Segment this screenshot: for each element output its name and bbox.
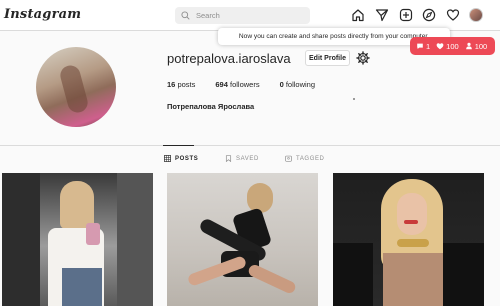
follow-count: 100 xyxy=(465,42,487,51)
tag-icon xyxy=(285,155,292,162)
profile-stats: 16 posts 694 followers 0 following xyxy=(167,80,335,89)
profile-full-name: Потрепалова Ярослава xyxy=(167,102,255,111)
profile-tabs: POSTS SAVED TAGGED xyxy=(0,155,500,165)
tab-saved[interactable]: SAVED xyxy=(225,155,259,162)
post-thumbnail[interactable] xyxy=(2,173,153,306)
leather-jacket-right xyxy=(443,243,484,306)
send-icon[interactable] xyxy=(375,8,389,22)
tabs-divider xyxy=(0,145,500,146)
heart-filled-icon xyxy=(436,43,444,50)
tab-posts[interactable]: POSTS xyxy=(164,155,198,162)
like-count: 100 xyxy=(436,42,459,51)
activity-notification-badge[interactable]: 1 100 100 xyxy=(410,37,495,55)
beige-top xyxy=(383,253,443,306)
hair xyxy=(247,183,273,213)
search-input[interactable]: Search xyxy=(175,7,310,24)
elevator-panel xyxy=(117,173,153,306)
tab-tagged[interactable]: TAGGED xyxy=(285,155,325,162)
post-thumbnail[interactable] xyxy=(167,173,318,306)
edit-profile-button[interactable]: Edit Profile xyxy=(305,50,350,66)
active-tab-indicator xyxy=(163,145,194,146)
gold-chain xyxy=(397,239,429,247)
bookmark-icon xyxy=(225,155,232,162)
phone xyxy=(86,223,100,245)
grid-icon xyxy=(164,155,171,162)
search-icon xyxy=(181,11,190,20)
top-nav: Instagram Search xyxy=(0,0,500,31)
elevator-wall xyxy=(2,173,40,306)
heart-icon[interactable] xyxy=(446,8,460,22)
new-post-icon[interactable] xyxy=(399,8,413,22)
home-icon[interactable] xyxy=(351,8,365,22)
settings-gear-icon[interactable] xyxy=(356,51,370,65)
explore-icon[interactable] xyxy=(422,8,436,22)
decorative-dot xyxy=(353,98,355,100)
profile-avatar[interactable] xyxy=(36,47,116,127)
following-stat[interactable]: 0 following xyxy=(280,80,315,89)
post-thumbnail[interactable] xyxy=(333,173,484,306)
lips xyxy=(404,220,418,224)
profile-username: potrepalova.iaroslava xyxy=(167,51,291,66)
comment-count: 1 xyxy=(416,42,430,51)
followers-stat[interactable]: 694 followers xyxy=(215,80,259,89)
jeans xyxy=(62,268,102,306)
comment-icon xyxy=(417,43,423,50)
person-icon xyxy=(465,42,472,50)
leg xyxy=(246,262,298,296)
posts-stat: 16 posts xyxy=(167,80,196,89)
face xyxy=(397,193,427,235)
instagram-logo[interactable]: Instagram xyxy=(4,7,81,22)
nav-avatar[interactable] xyxy=(469,8,483,22)
search-placeholder: Search xyxy=(196,11,220,20)
leather-jacket-left xyxy=(333,243,373,306)
hair xyxy=(60,181,94,229)
